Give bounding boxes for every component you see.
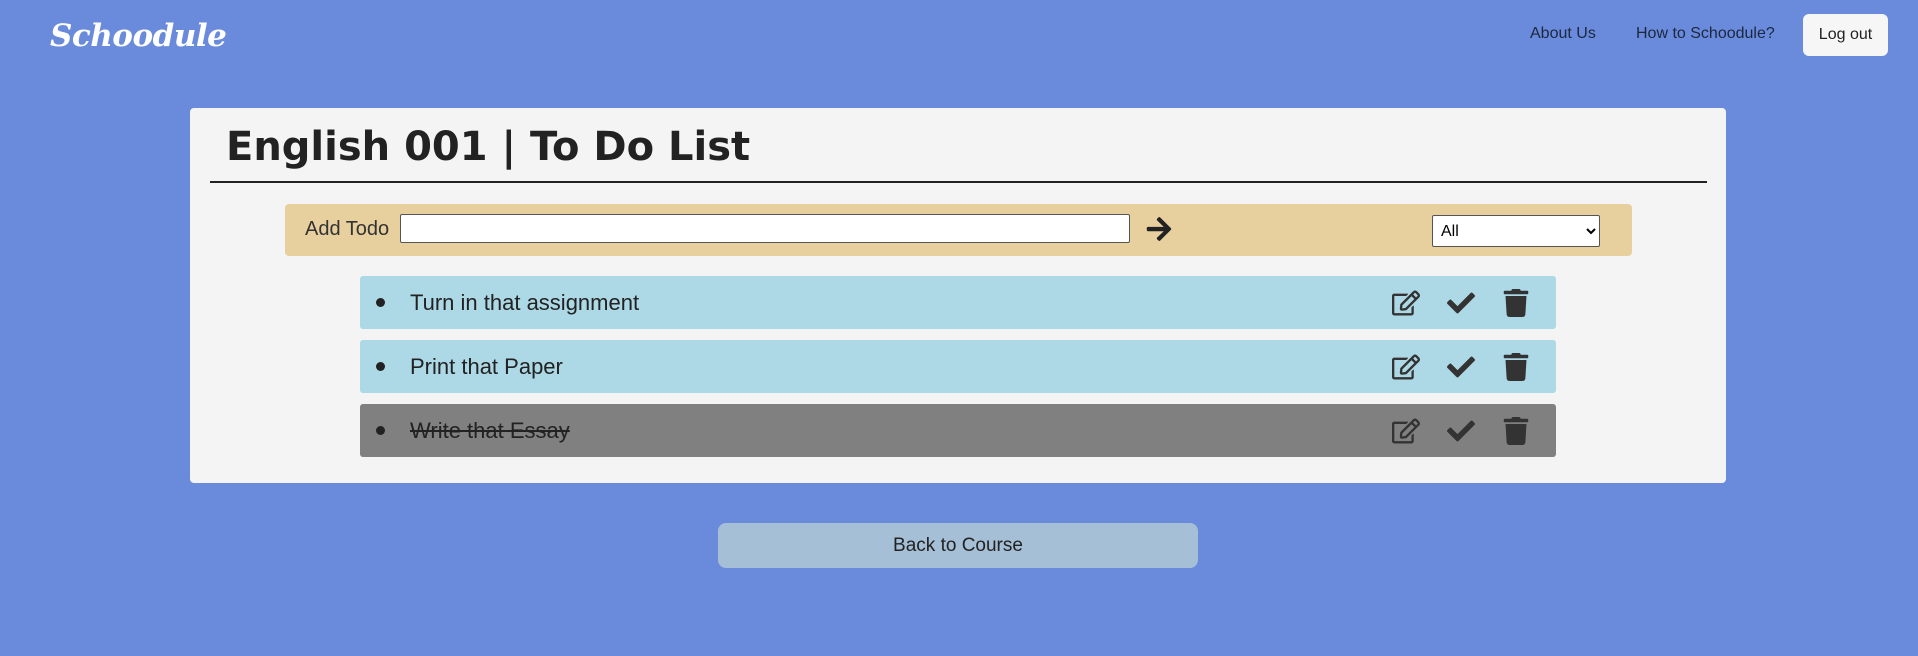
todo-text: Write that Essay [410, 418, 570, 443]
brand-logo[interactable]: Schoodule [50, 18, 227, 54]
check-icon[interactable] [1447, 289, 1475, 317]
todo-item: Print that Paper [360, 340, 1556, 393]
trash-icon[interactable] [1502, 353, 1530, 381]
check-icon[interactable] [1447, 417, 1475, 445]
bullet-icon [376, 298, 385, 307]
edit-icon[interactable] [1392, 417, 1420, 445]
edit-icon[interactable] [1392, 353, 1420, 381]
nav-link-about-us[interactable]: About Us [1530, 25, 1596, 43]
logout-button[interactable]: Log out [1803, 14, 1888, 56]
trash-icon[interactable] [1502, 289, 1530, 317]
todo-item: Turn in that assignment [360, 276, 1556, 329]
todo-item-completed: Write that Essay [360, 404, 1556, 457]
trash-icon[interactable] [1502, 417, 1530, 445]
bullet-icon [376, 362, 385, 371]
todo-text: Print that Paper [410, 354, 563, 379]
edit-icon[interactable] [1392, 289, 1420, 317]
back-to-course-button[interactable]: Back to Course [718, 523, 1198, 568]
check-icon[interactable] [1447, 353, 1475, 381]
navbar: Schoodule About Us How to Schoodule? Log… [0, 0, 1918, 70]
nav-link-how-to[interactable]: How to Schoodule? [1636, 25, 1775, 43]
todo-text: Turn in that assignment [410, 290, 640, 315]
bullet-icon [376, 426, 385, 435]
todo-list: Turn in that assignment Print that Paper… [190, 108, 1726, 483]
